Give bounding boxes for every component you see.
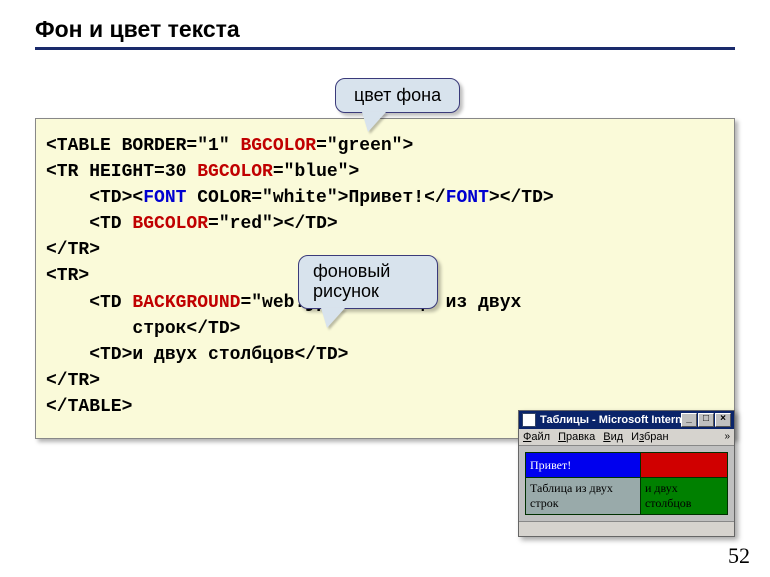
code-text: <TD>и двух столбцов</TD> bbox=[46, 345, 348, 365]
cell-green: и двух столбцов bbox=[640, 478, 727, 515]
ie-icon bbox=[522, 413, 536, 427]
browser-body: Привет! Таблица из двух строк и двух сто… bbox=[519, 446, 734, 521]
preview-browser-window: Таблицы - Microsoft Intern... _ □ × ФФай… bbox=[518, 410, 735, 537]
code-keyword-bgcolor: BGCOLOR bbox=[132, 214, 208, 234]
code-text: <TD bbox=[46, 214, 132, 234]
code-text: <TR HEIGHT=30 bbox=[46, 162, 197, 182]
code-text: </TR> bbox=[46, 371, 100, 391]
code-text: ="red"></TD> bbox=[208, 214, 338, 234]
window-title: Таблицы - Microsoft Intern... bbox=[540, 414, 681, 426]
callout-bgcolor: цвет фона bbox=[335, 78, 460, 113]
code-keyword-background: BACKGROUND bbox=[132, 293, 240, 313]
code-text: ="green"> bbox=[316, 136, 413, 156]
callout-background-image-text: фоновый рисунок bbox=[313, 261, 390, 301]
cell-web: Таблица из двух строк bbox=[526, 478, 641, 515]
code-text: ></TD> bbox=[489, 188, 554, 208]
code-keyword-font: FONT bbox=[143, 188, 186, 208]
close-button[interactable]: × bbox=[715, 413, 731, 427]
code-text: <TABLE BORDER="1" bbox=[46, 136, 240, 156]
menu-edit[interactable]: Правка bbox=[558, 431, 595, 443]
callout-tail bbox=[362, 112, 386, 132]
code-text: ="blue"> bbox=[273, 162, 359, 182]
chevron-right-icon[interactable]: » bbox=[724, 431, 730, 443]
window-titlebar[interactable]: Таблицы - Microsoft Intern... _ □ × bbox=[519, 411, 734, 429]
code-keyword-bgcolor: BGCOLOR bbox=[197, 162, 273, 182]
minimize-button[interactable]: _ bbox=[681, 413, 697, 427]
code-text: </TABLE> bbox=[46, 397, 132, 417]
code-text: <TD>< bbox=[46, 188, 143, 208]
window-menu: ФФайлайл Правка Вид Избран » bbox=[519, 429, 734, 446]
maximize-button[interactable]: □ bbox=[698, 413, 714, 427]
callout-background-image: фоновый рисунок bbox=[298, 255, 438, 309]
cell-hello: Привет! bbox=[526, 453, 641, 478]
table-row: Таблица из двух строк и двух столбцов bbox=[526, 478, 728, 515]
code-text: строк</TD> bbox=[46, 319, 240, 339]
menu-favorites[interactable]: Избран bbox=[631, 431, 668, 443]
code-keyword-font: FONT bbox=[446, 188, 489, 208]
window-statusbar bbox=[519, 521, 734, 536]
menu-file[interactable]: ФФайлайл bbox=[523, 431, 550, 443]
code-text: <TD bbox=[46, 293, 132, 313]
code-text: COLOR="white">Привет!</ bbox=[186, 188, 445, 208]
page-number: 52 bbox=[728, 543, 750, 569]
callout-bgcolor-text: цвет фона bbox=[354, 85, 441, 105]
callout-tail bbox=[321, 308, 345, 328]
code-keyword-bgcolor: BGCOLOR bbox=[240, 136, 316, 156]
code-text: <TR> bbox=[46, 266, 89, 286]
page-title: Фон и цвет текста bbox=[35, 10, 735, 50]
menu-view[interactable]: Вид bbox=[603, 431, 623, 443]
table-row: Привет! bbox=[526, 453, 728, 478]
cell-red bbox=[640, 453, 727, 478]
preview-table: Привет! Таблица из двух строк и двух сто… bbox=[525, 452, 728, 515]
code-text: </TR> bbox=[46, 240, 100, 260]
